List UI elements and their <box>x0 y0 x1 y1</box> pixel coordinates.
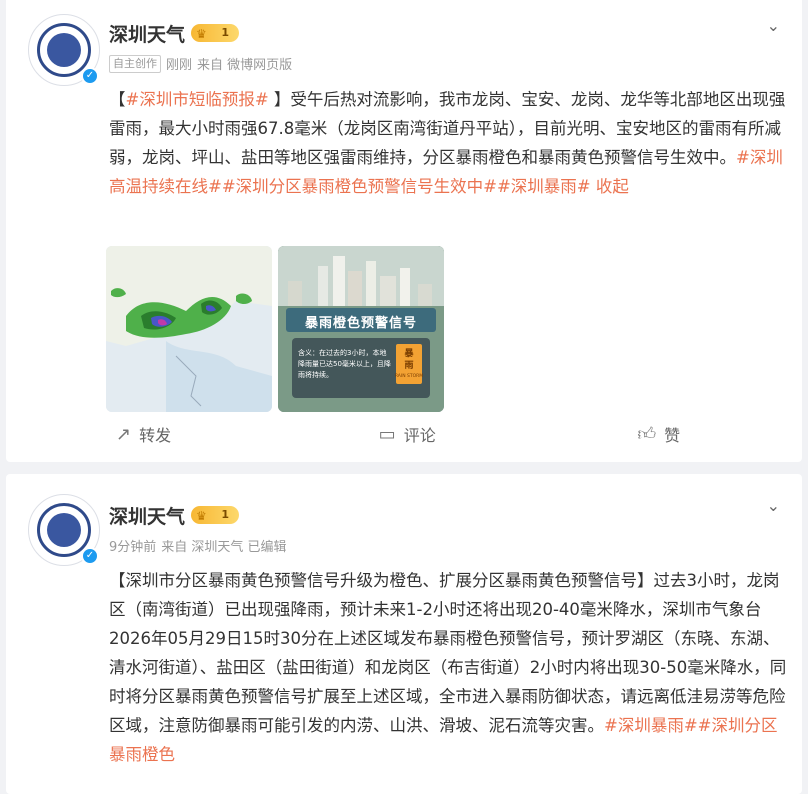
crown-icon: ♛ <box>196 27 207 41</box>
verified-icon: ✓ <box>81 547 99 565</box>
level-badge[interactable]: ♛ 1 <box>191 24 239 42</box>
level-number: 1 <box>221 508 229 521</box>
hashtag-link[interactable]: #深圳暴雨# <box>604 716 698 735</box>
repost-icon: ↗ <box>116 423 132 445</box>
author-name[interactable]: 深圳天气 <box>109 20 185 47</box>
post-time[interactable]: 刚刚 <box>166 54 192 73</box>
comment-button[interactable]: ▭ 评论 <box>281 422 544 446</box>
image-grid: 暴雨橙色预警信号 含义：在过去的3小时，本地降雨量已达50毫米以上，且降雨将持续… <box>106 246 444 412</box>
hashtag-link[interactable]: #深圳暴雨# <box>497 177 591 196</box>
like-label: 赞 <box>664 426 681 445</box>
post-text-segment: 【深圳市分区暴雨黄色预警信号升级为橙色、扩展分区暴雨黄色预警信号】过去3小时，龙… <box>109 571 787 735</box>
hashtag-link[interactable]: #深圳市短临预报# <box>126 90 269 109</box>
thumbs-up-icon: 👍︎ <box>637 424 657 445</box>
post-text: 【#深圳市短临预报# 】受午后热对流影响，我市龙岗、宝安、龙岗、龙华等北部地区出… <box>109 85 787 201</box>
repost-button[interactable]: ↗ 转发 <box>6 422 281 446</box>
comment-icon: ▭ <box>378 423 396 445</box>
poster-desc: 含义：在过去的3小时，本地降雨量已达50毫米以上，且降雨将持续。 <box>298 349 391 379</box>
crown-icon: ♛ <box>196 509 207 523</box>
author-avatar[interactable]: ✓ <box>28 494 100 566</box>
like-button[interactable]: 👍︎ 赞 <box>543 422 802 446</box>
post-meta: 9分钟前 来自 深圳天气 已编辑 <box>109 536 287 555</box>
chevron-down-icon[interactable]: ⌄ <box>767 16 780 35</box>
radar-map-image[interactable] <box>106 246 272 412</box>
warning-poster-image[interactable]: 暴雨橙色预警信号 含义：在过去的3小时，本地降雨量已达50毫米以上，且降雨将持续… <box>278 246 444 412</box>
author-name[interactable]: 深圳天气 <box>109 502 185 529</box>
author-avatar[interactable]: ✓ <box>28 14 100 86</box>
level-badge[interactable]: ♛ 1 <box>191 506 239 524</box>
post-text: 【深圳市分区暴雨黄色预警信号升级为橙色、扩展分区暴雨黄色预警信号】过去3小时，龙… <box>109 566 787 769</box>
original-tag: 自主创作 <box>109 54 161 73</box>
weibo-post-2: ✓ 深圳天气 ♛ 1 ⌄ 9分钟前 来自 深圳天气 已编辑 【深圳市分区暴雨黄色… <box>6 474 802 794</box>
post-meta: 自主创作 刚刚 来自 微博网页版 <box>109 54 292 73</box>
emblem-center <box>47 33 81 67</box>
hashtag-link[interactable]: #深圳分区暴雨橙色预警信号生效中# <box>222 177 497 196</box>
post-source: 来自 深圳天气 已编辑 <box>161 540 287 555</box>
post-source: 来自 微博网页版 <box>197 58 293 73</box>
repost-label: 转发 <box>139 426 172 445</box>
verified-icon: ✓ <box>81 67 99 85</box>
comment-label: 评论 <box>403 426 436 445</box>
poster-title: 暴雨橙色预警信号 <box>304 316 417 331</box>
action-bar: ↗ 转发 ▭ 评论 👍︎ 赞 <box>6 422 802 446</box>
sign-en: RAIN STORM <box>394 374 424 379</box>
post-time[interactable]: 9分钟前 <box>109 536 156 555</box>
post-text-segment: 【 <box>109 90 126 109</box>
hashtag-link[interactable]: 收起 <box>591 177 629 196</box>
weibo-post-1: ✓ 深圳天气 ♛ 1 ⌄ 自主创作 刚刚 来自 微博网页版 【#深圳市短临预报#… <box>6 0 802 462</box>
chevron-down-icon[interactable]: ⌄ <box>767 496 780 515</box>
sign-mid: 雨 <box>404 361 414 371</box>
level-number: 1 <box>221 26 229 39</box>
emblem-center <box>47 513 81 547</box>
